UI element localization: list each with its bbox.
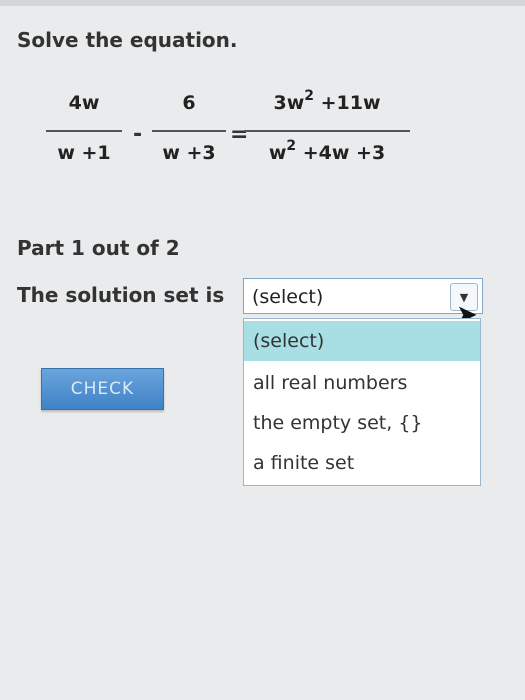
option-all-real-numbers[interactable]: all real numbers [244,363,480,403]
fraction-2-denominator: w +3 [162,142,216,164]
option-select[interactable]: (select) [244,321,480,361]
fraction-bar [46,130,122,132]
denominator-term-2: +4w +3 [296,142,386,164]
fraction-bar [244,130,410,132]
equals-sign: = [230,122,249,147]
denominator-term-1: w [268,142,287,164]
fraction-bar [152,130,226,132]
fraction-1-numerator: 4w [68,92,100,114]
fraction-3-denominator: w2 +4w +3 [244,138,410,164]
part-indicator: Part 1 out of 2 [17,236,180,260]
fraction-1-denominator: w +1 [57,142,111,164]
solution-select[interactable]: (select) ▼ [243,278,483,314]
numerator-term-1: 3w [273,92,305,114]
numerator-term-2: +11w [314,92,381,114]
option-empty-set[interactable]: the empty set, {} [244,403,480,443]
fraction-2-numerator: 6 [182,92,196,114]
equation: 4w w +1 - 6 w +3 = 3w2 +11w w2 +4w +3 [0,88,525,182]
fraction-3-numerator: 3w2 +11w [244,88,410,114]
numerator-exponent: 2 [304,88,314,104]
check-button[interactable]: CHECK [41,368,164,410]
denominator-exponent: 2 [286,138,297,154]
solution-select-value: (select) [252,286,324,308]
top-border [0,0,525,6]
minus-sign: - [133,122,143,147]
option-finite-set[interactable]: a finite set [244,443,480,483]
solution-options-list[interactable]: (select) all real numbers the empty set,… [243,318,481,486]
solution-label: The solution set is [17,283,225,307]
page-title: Solve the equation. [17,28,238,52]
